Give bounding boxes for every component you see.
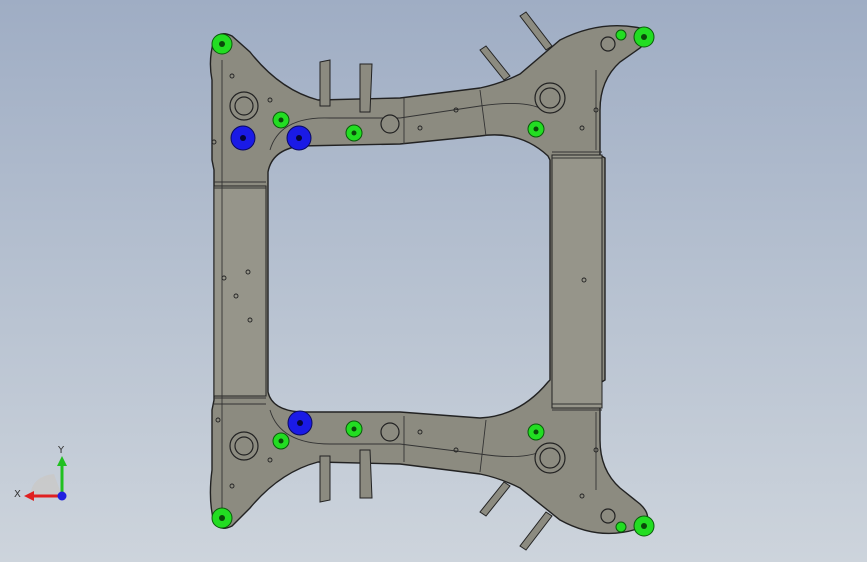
graphics-viewport[interactable]: X Y — [0, 0, 867, 562]
x-axis-label: X — [14, 489, 21, 500]
right-crossmember — [551, 154, 603, 409]
y-axis-arrow — [57, 456, 67, 466]
subframe-model[interactable] — [0, 0, 867, 562]
z-axis-dot — [57, 491, 67, 501]
triad-background-wedge — [30, 474, 62, 496]
orientation-triad[interactable]: X Y — [10, 438, 80, 508]
x-axis-arrow — [24, 491, 34, 501]
y-axis-label: Y — [57, 445, 65, 456]
